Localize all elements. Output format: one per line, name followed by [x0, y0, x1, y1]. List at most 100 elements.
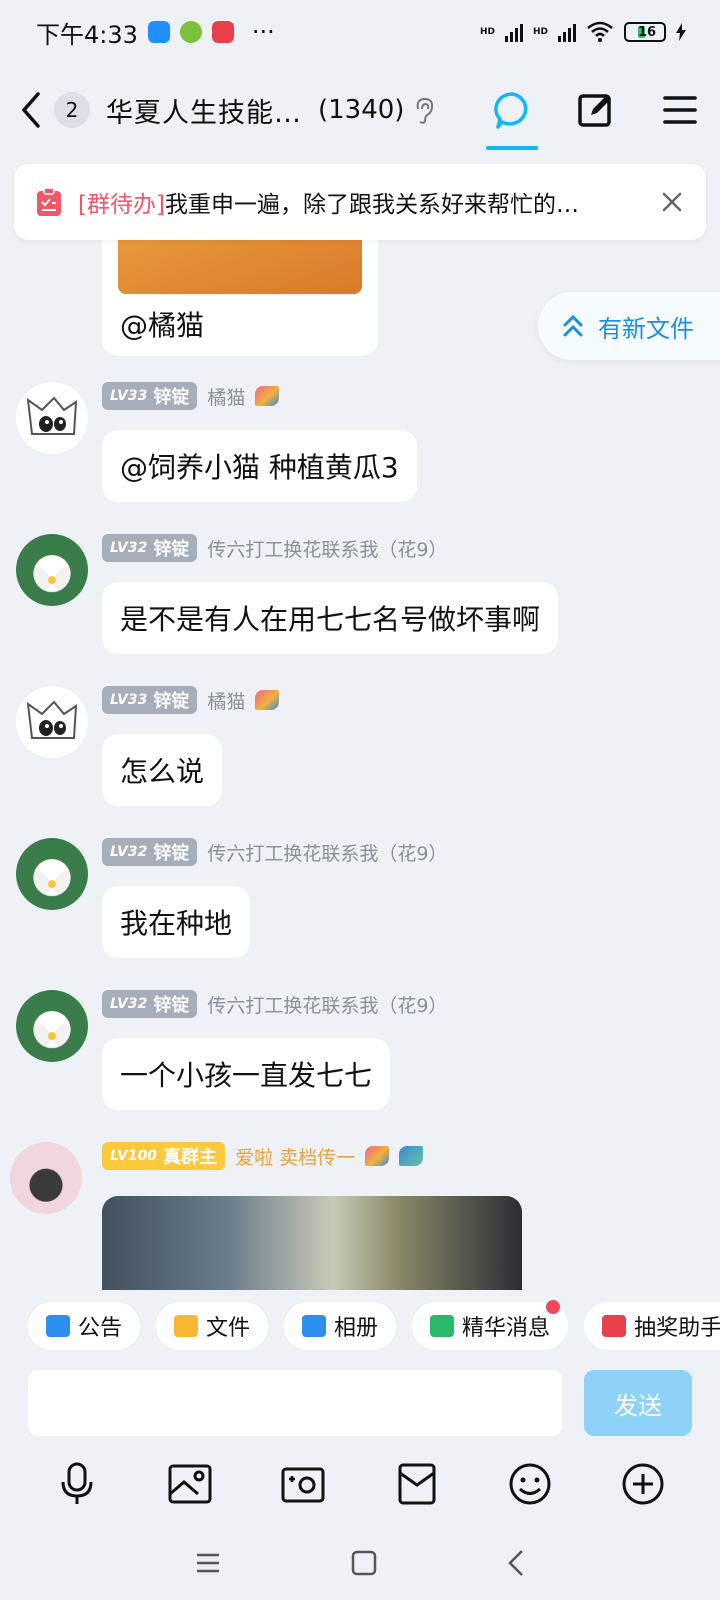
plus-icon[interactable] — [613, 1454, 673, 1514]
level-badge: LV32 锌锭 — [102, 838, 198, 866]
todo-text: 我重申一遍，除了跟我关系好来帮忙的… — [164, 192, 579, 218]
announcement-chip[interactable]: 公告 — [28, 1302, 141, 1350]
camera-icon[interactable] — [273, 1454, 333, 1514]
level-title: 锌锭 — [153, 691, 190, 712]
wifi-icon — [587, 21, 613, 42]
emoji-icon[interactable] — [500, 1454, 560, 1514]
sender-meta: LV32 锌锭 传六打工换花联系我（花9） — [102, 838, 447, 866]
chat-header: 2 华夏人生技能… (1340) — [0, 70, 720, 150]
sender-name[interactable]: 橘猫 — [207, 383, 245, 410]
sender-name[interactable]: 橘猫 — [207, 687, 245, 714]
album-chip[interactable]: 相册 — [284, 1302, 397, 1350]
level-number: LV33 — [110, 692, 148, 708]
level-number: LV32 — [110, 844, 148, 860]
edit-icon[interactable] — [576, 90, 616, 130]
green-app-icon — [179, 21, 202, 43]
image-picker-icon[interactable] — [160, 1454, 220, 1514]
close-icon[interactable] — [660, 190, 684, 214]
message-text: 我在种地 — [120, 907, 233, 940]
status-more: ··· — [251, 18, 275, 46]
avatar[interactable] — [16, 534, 88, 606]
level-title: 锌锭 — [153, 387, 190, 408]
level-title: 锌锭 — [153, 995, 190, 1016]
back-icon[interactable] — [20, 90, 50, 130]
chip-label: 相册 — [334, 1316, 379, 1341]
cell-signal-icon-2 — [558, 22, 576, 42]
charging-icon — [676, 23, 686, 41]
message-bubble[interactable]: 怎么说 — [102, 734, 223, 806]
red-packet-icon[interactable] — [387, 1454, 447, 1514]
red-app-icon — [211, 21, 234, 43]
level-number: LV32 — [110, 540, 148, 556]
avatar[interactable] — [16, 990, 88, 1062]
level-badge: LV100 真群主 — [102, 1142, 226, 1170]
essence-icon — [430, 1315, 455, 1337]
chip-label: 文件 — [206, 1316, 251, 1341]
message-bubble[interactable]: 我在种地 — [102, 886, 251, 958]
menu-icon[interactable] — [660, 90, 700, 130]
gift-icon — [602, 1315, 627, 1337]
message-bubble[interactable]: 是不是有人在用七七名号做坏事啊 — [102, 582, 559, 654]
folder-icon — [174, 1315, 199, 1337]
message-text: 是不是有人在用七七名号做坏事啊 — [120, 603, 541, 636]
signal-hd-label-1: HD — [479, 27, 495, 37]
sender-name[interactable]: 传六打工换花联系我（花9） — [207, 839, 447, 866]
sender-meta: LV32 锌锭 传六打工换花联系我（花9） — [102, 990, 447, 1018]
level-title: 真群主 — [163, 1147, 218, 1168]
sender-name[interactable]: 传六打工换花联系我（花9） — [207, 991, 447, 1018]
message-image[interactable] — [118, 234, 362, 294]
avatar[interactable] — [10, 1142, 82, 1214]
battery-level: 16 — [638, 24, 657, 40]
recent-apps-icon[interactable] — [195, 1552, 221, 1574]
send-button[interactable]: 发送 — [584, 1370, 692, 1436]
sender-name[interactable]: 传六打工换花联系我（花9） — [207, 535, 447, 562]
message-image[interactable] — [102, 1196, 522, 1290]
microphone-icon[interactable] — [47, 1454, 107, 1514]
avatar[interactable] — [16, 838, 88, 910]
status-time: 下午4:33 — [36, 20, 138, 49]
level-badge: LV33 锌锭 — [102, 686, 198, 714]
sender-name[interactable]: 爱啦 卖档传一 — [235, 1143, 355, 1170]
new-file-label: 有新文件 — [598, 314, 694, 343]
album-icon — [302, 1315, 327, 1337]
level-number: LV32 — [110, 996, 148, 1012]
message-text: @饲养小猫 种植黄瓜3 — [120, 451, 399, 484]
sender-meta: LV32 锌锭 传六打工换花联系我（花9） — [102, 534, 447, 562]
home-icon[interactable] — [351, 1550, 377, 1576]
unread-dot — [546, 1300, 561, 1314]
chip-label: 公告 — [78, 1316, 123, 1341]
level-badge: LV32 锌锭 — [102, 990, 198, 1018]
badge-icon — [365, 1146, 390, 1166]
double-chevron-up-icon — [563, 314, 583, 337]
new-file-button[interactable]: 有新文件 — [538, 292, 720, 360]
message-text: @橘猫 — [120, 309, 205, 342]
level-title: 锌锭 — [153, 843, 190, 864]
message-bubble[interactable]: 一个小孩一直发七七 — [102, 1038, 391, 1110]
quick-toolbar: 公告 文件 相册 精华消息 抽奖助手 — [28, 1300, 720, 1350]
chip-label: 抽奖助手 — [634, 1316, 720, 1341]
back-nav-icon[interactable] — [507, 1549, 525, 1577]
group-todo-banner[interactable]: [群待办] 我重申一遍，除了跟我关系好来帮忙的… — [14, 164, 706, 240]
input-toolbar — [0, 1454, 720, 1514]
announcement-icon — [46, 1315, 70, 1337]
unread-count-badge[interactable]: 2 — [54, 92, 90, 128]
level-badge: LV33 锌锭 — [102, 382, 198, 410]
level-badge: LV32 锌锭 — [102, 534, 198, 562]
message-text: 一个小孩一直发七七 — [120, 1059, 373, 1092]
status-bar: 下午4:33 ··· HD HD 16 — [0, 0, 720, 64]
essence-chip[interactable]: 精华消息 — [412, 1300, 569, 1350]
avatar[interactable] — [16, 686, 88, 758]
chat-tab-icon[interactable] — [486, 90, 538, 150]
badge-icon — [255, 690, 280, 710]
member-count[interactable]: (1340) — [318, 95, 404, 125]
message-bubble[interactable]: @饲养小猫 种植黄瓜3 — [102, 430, 417, 502]
group-name[interactable]: 华夏人生技能… — [106, 91, 302, 130]
files-chip[interactable]: 文件 — [156, 1302, 269, 1350]
badge-icon — [255, 386, 280, 406]
sender-meta: LV100 真群主 爱啦 卖档传一 — [102, 1142, 424, 1170]
lottery-chip[interactable]: 抽奖助手 — [584, 1302, 720, 1350]
message-input[interactable] — [28, 1370, 562, 1436]
signal-hd-label-2: HD — [532, 27, 548, 37]
todo-tag: [群待办] — [78, 192, 165, 218]
avatar[interactable] — [16, 382, 88, 454]
